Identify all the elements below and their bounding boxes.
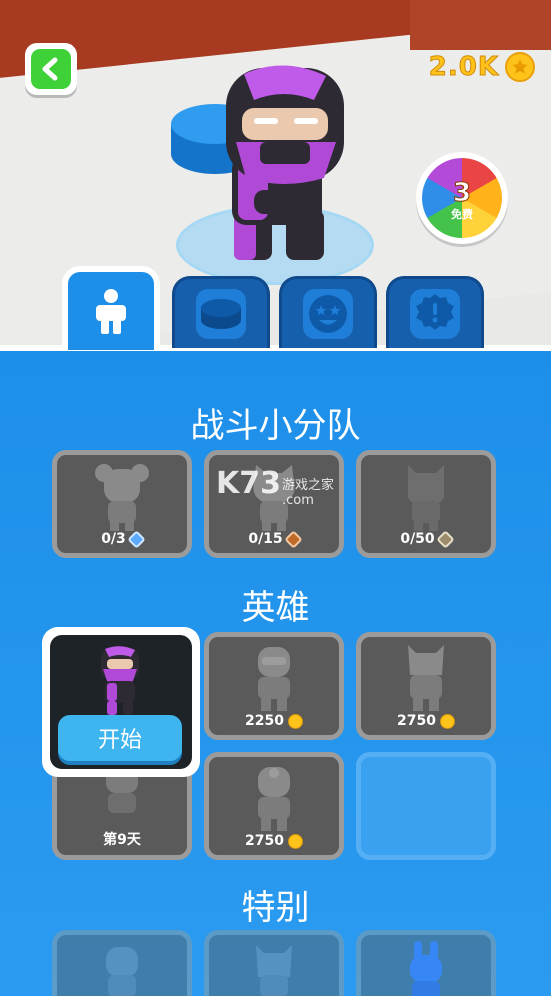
chevron-left-icon bbox=[42, 57, 58, 81]
tab-emotes[interactable] bbox=[279, 276, 377, 348]
bronze-gem-icon bbox=[283, 529, 303, 549]
spin-count: 3 bbox=[452, 178, 472, 208]
locked-helmet-hero-silhouette-icon bbox=[258, 647, 290, 711]
locked-special-silhouette-icon bbox=[256, 945, 292, 996]
start-button[interactable]: 开始 bbox=[58, 715, 182, 761]
hero-card[interactable]: 2250 bbox=[204, 632, 344, 740]
watermark-main: K73 bbox=[216, 466, 281, 501]
coin-icon bbox=[287, 713, 303, 729]
squad-progress: 0/15 bbox=[248, 531, 283, 547]
coin-amount: 2.0K bbox=[428, 52, 499, 83]
empty-hero-slot bbox=[356, 752, 496, 860]
special-card[interactable] bbox=[204, 930, 344, 996]
squad-card[interactable]: 0/50 bbox=[356, 450, 496, 558]
watermark-sub: 游戏之家 bbox=[282, 478, 335, 493]
spin-free-label: 免费 bbox=[451, 208, 473, 221]
coin-icon bbox=[287, 833, 303, 849]
person-icon bbox=[96, 289, 126, 334]
unlock-day-label: 第9天 bbox=[103, 832, 141, 848]
hero-card[interactable]: 2750 bbox=[356, 632, 496, 740]
section-title-heroes: 英雄 bbox=[241, 588, 310, 628]
ribbon-badge-icon bbox=[416, 293, 454, 330]
hero-price: 2750 bbox=[397, 713, 436, 729]
coin-counter: 2.0K bbox=[428, 52, 535, 83]
squad-card[interactable]: 0/3 bbox=[52, 450, 192, 558]
tab-badges[interactable] bbox=[386, 276, 484, 348]
locked-bat-hero-silhouette-icon bbox=[408, 465, 444, 531]
bunny-hero-icon bbox=[410, 941, 442, 996]
category-tabs bbox=[0, 266, 551, 352]
coin-icon bbox=[439, 713, 455, 729]
section-title-special: 特别 bbox=[241, 888, 310, 928]
watermark: K73 游戏之家 .com bbox=[216, 466, 334, 508]
hero-price: 2750 bbox=[245, 833, 284, 849]
special-card[interactable] bbox=[356, 930, 496, 996]
star-eyes-face-icon bbox=[309, 294, 347, 333]
selected-hero-card[interactable]: 开始 bbox=[42, 627, 200, 777]
special-card[interactable] bbox=[52, 930, 192, 996]
ninja-hero-model bbox=[226, 65, 344, 260]
watermark-domain: .com bbox=[282, 493, 314, 508]
tab-characters[interactable] bbox=[62, 266, 160, 350]
locked-special-silhouette-icon bbox=[106, 947, 138, 996]
locked-miner-hero-silhouette-icon bbox=[258, 767, 290, 831]
section-title-squad: 战斗小分队 bbox=[190, 406, 361, 446]
back-button[interactable] bbox=[25, 43, 77, 95]
gold-gem-icon bbox=[435, 529, 455, 549]
free-spin-wheel-button[interactable]: 3 免费 bbox=[416, 152, 508, 244]
star-coin-icon bbox=[505, 52, 535, 82]
hero-card[interactable]: 2750 bbox=[204, 752, 344, 860]
disc-icon bbox=[201, 298, 241, 329]
ninja-hero-thumbnail bbox=[101, 646, 139, 715]
hero-price: 2250 bbox=[245, 713, 284, 729]
squad-progress: 0/50 bbox=[400, 531, 435, 547]
tab-platforms[interactable] bbox=[172, 276, 270, 348]
squad-progress: 0/3 bbox=[101, 531, 126, 547]
blue-gem-icon bbox=[127, 529, 146, 549]
locked-horned-hero-silhouette-icon bbox=[408, 645, 444, 711]
locked-girl-silhouette-icon bbox=[95, 464, 149, 531]
